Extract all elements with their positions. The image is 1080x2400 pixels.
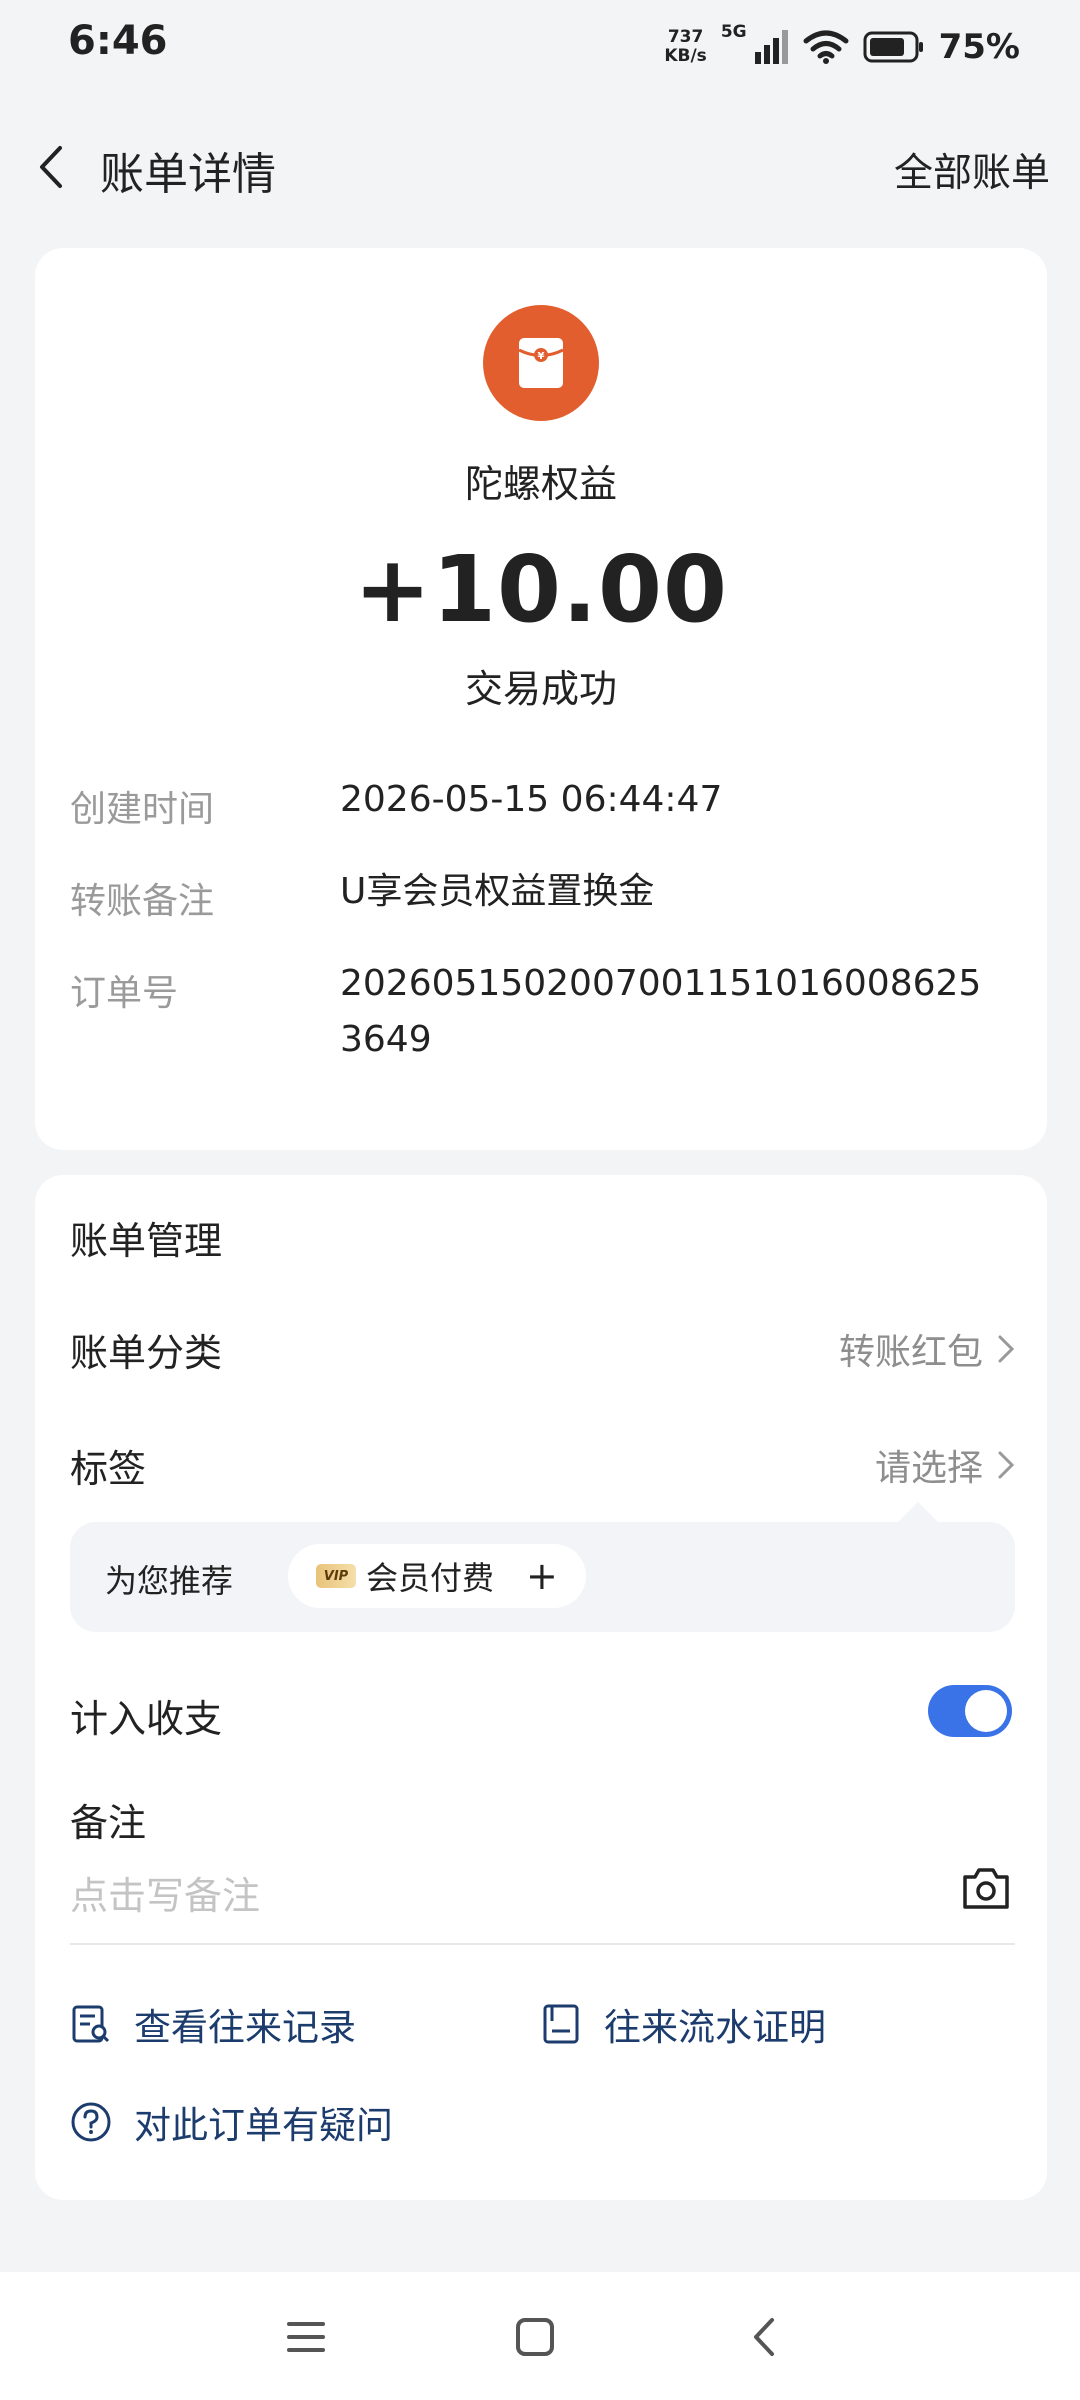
count-in-toggle[interactable] [928, 1685, 1012, 1737]
order-question-label: 对此订单有疑问 [134, 2104, 393, 2147]
wifi-icon [803, 30, 849, 64]
merchant-name: 陀螺权益 [464, 462, 617, 506]
question-icon [71, 2102, 111, 2142]
svg-text:¥: ¥ [538, 351, 545, 362]
recommended-tag-chip[interactable]: VIP 会员付费 + [288, 1544, 586, 1608]
transfer-note-value: U享会员权益置换金 [340, 871, 655, 912]
chevron-right-icon [998, 1451, 1015, 1479]
net-speed: 737 KB/s [664, 28, 706, 66]
back-arrow-icon[interactable] [28, 142, 78, 192]
menu-icon[interactable] [283, 2314, 329, 2360]
note-input[interactable]: 点击写备注 [70, 1865, 260, 1920]
recommended-tag-label: 会员付费 [366, 1559, 495, 1597]
section-title: 账单管理 [70, 1219, 223, 1263]
category-label: 账单分类 [70, 1331, 223, 1375]
header: 账单详情 全部账单 [0, 110, 1080, 220]
tag-selector[interactable]: 请选择 [875, 1439, 1015, 1491]
amount: +10.00 [353, 536, 729, 643]
order-number-label: 订单号 [70, 973, 179, 1014]
transaction-status: 交易成功 [464, 667, 617, 711]
category-value: 转账红包 [838, 1332, 983, 1373]
system-nav-bar [0, 2272, 1080, 2400]
created-time-value: 2026-05-15 06:44:47 [340, 779, 723, 820]
back-icon[interactable] [742, 2314, 788, 2360]
created-time-label: 创建时间 [70, 789, 215, 830]
divider [70, 1943, 1015, 1945]
recommend-box: 为您推荐 VIP 会员付费 + [70, 1502, 1015, 1632]
order-question-link[interactable]: 对此订单有疑问 [70, 2095, 393, 2149]
home-icon[interactable] [512, 2314, 558, 2360]
view-history-link[interactable]: 查看往来记录 [70, 1997, 356, 2051]
view-history-label: 查看往来记录 [134, 2006, 356, 2049]
tag-value: 请选择 [874, 1448, 983, 1489]
net-speed-unit: KB/s [664, 46, 707, 66]
count-in-label: 计入收支 [70, 1697, 223, 1741]
status-time: 6:46 [68, 18, 168, 64]
document-icon [543, 2004, 579, 2044]
page-title: 账单详情 [100, 149, 276, 200]
camera-icon[interactable] [961, 1865, 1011, 1911]
signal-icon [754, 30, 788, 64]
red-envelope-icon: ¥ [518, 338, 564, 388]
toggle-knob [965, 1690, 1007, 1732]
status-icons: 737 KB/s 5G 75% [664, 22, 1020, 72]
note-label: 备注 [70, 1801, 147, 1845]
status-bar: 6:46 737 KB/s 5G 75% [0, 0, 1080, 90]
network-type: 5G [720, 22, 747, 42]
bill-summary-card: ¥ 陀螺权益 +10.00 交易成功 创建时间 2026-05-15 06:44… [35, 248, 1047, 1150]
order-number-value: 20260515020070011510160086253649 [340, 963, 982, 1060]
all-bills-link[interactable]: 全部账单 [894, 142, 1050, 198]
transaction-proof-link[interactable]: 往来流水证明 [540, 1997, 826, 2051]
transaction-proof-label: 往来流水证明 [604, 2006, 826, 2049]
category-selector[interactable]: 转账红包 [839, 1323, 1015, 1375]
merchant-logo: ¥ [483, 305, 599, 421]
recommend-notch [896, 1502, 940, 1524]
net-speed-value: 737 [667, 27, 704, 47]
chevron-right-icon [998, 1335, 1015, 1363]
transfer-note-label: 转账备注 [70, 881, 215, 922]
battery-percent: 75% [938, 27, 1020, 67]
vip-badge-icon: VIP [316, 1564, 356, 1588]
recommend-label: 为您推荐 [105, 1562, 234, 1600]
record-search-icon [72, 2005, 110, 2043]
battery-icon [863, 31, 923, 63]
bill-management-card: 账单管理 账单分类 转账红包 标签 请选择 为您推荐 VIP 会员付费 + 计入… [35, 1175, 1047, 2200]
plus-icon: + [526, 1554, 558, 1598]
tag-label: 标签 [70, 1447, 147, 1491]
